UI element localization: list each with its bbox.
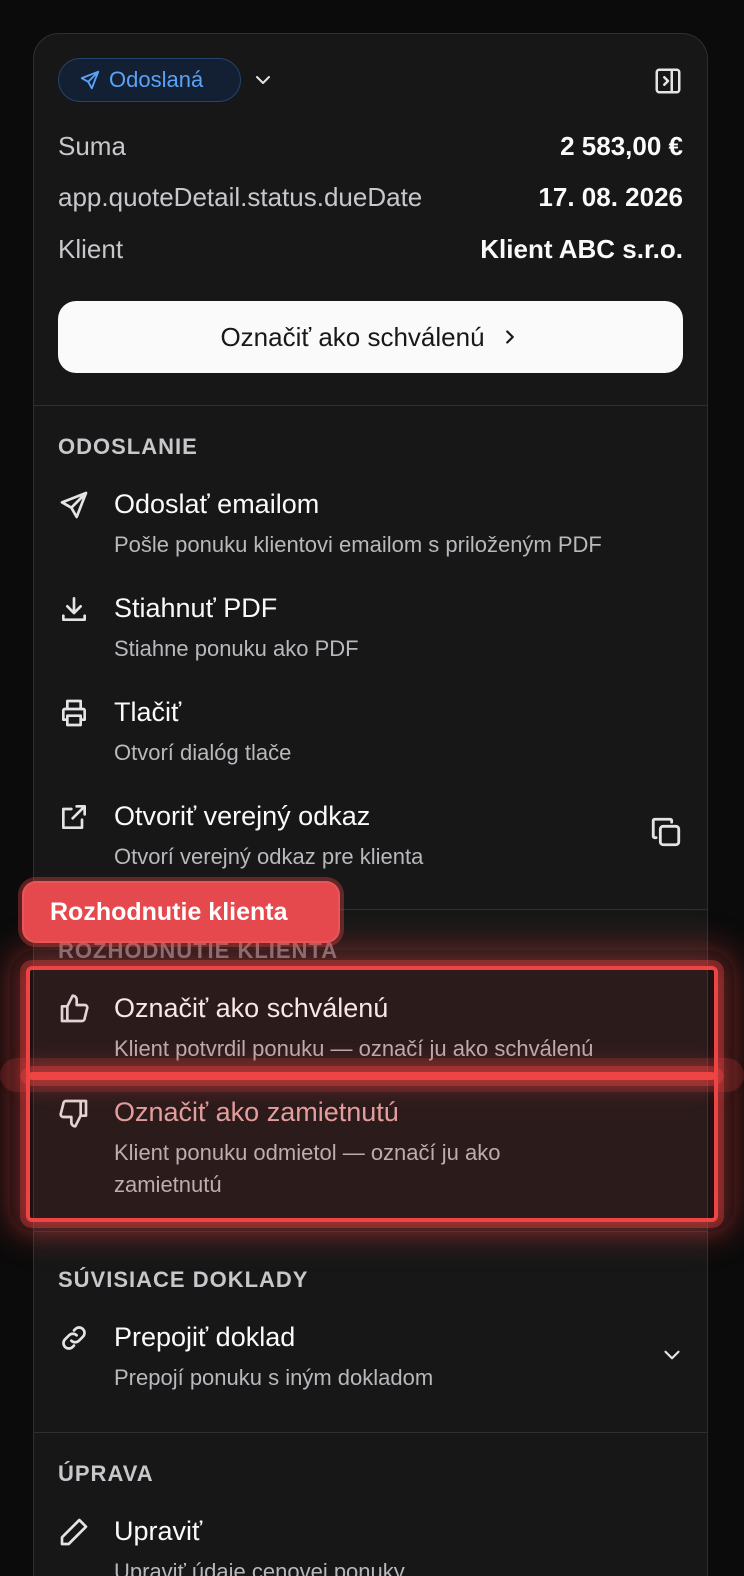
action-title: Upraviť [114, 1516, 203, 1546]
summary-row-client: Klient Klient ABC s.r.o. [58, 232, 683, 266]
pencil-icon [60, 1518, 88, 1546]
summary-key: Suma [58, 130, 126, 161]
action-title: Označiť ako schválenú [114, 993, 389, 1023]
action-title: Tlačiť [114, 697, 182, 727]
summary-key: Klient [58, 233, 124, 264]
summary-row-due-date: app.quoteDetail.status.dueDate 17. 08. 2… [58, 180, 683, 214]
sidebar-toggle-icon[interactable] [653, 66, 683, 96]
chevron-right-icon [505, 330, 514, 344]
status-badge-dropdown[interactable]: Odoslaná [58, 58, 241, 102]
send-icon [80, 70, 100, 90]
action-description: Klient potvrdil ponuku — označí ju ako s… [114, 1036, 594, 1061]
highlight-tag: Rozhodnutie klienta [22, 881, 340, 943]
section-title-sending: ODOSLANIE [58, 434, 198, 459]
summary-value: 2 583,00 € [560, 130, 683, 161]
printer-icon [62, 699, 86, 727]
action-description: Prepojí ponuku s iným dokladom [114, 1365, 434, 1390]
action-description: Klient ponuku odmietol — označí ju ako z… [114, 1140, 501, 1197]
action-download-pdf[interactable]: Stiahnuť PDF Stiahne ponuku ako PDF [34, 593, 707, 673]
action-description: Upraviť údaje cenovej ponuky [114, 1559, 405, 1576]
summary-row-amount: Suma 2 583,00 € [58, 129, 683, 163]
chevron-down-icon[interactable] [659, 1342, 685, 1368]
action-description: Otvorí verejný odkaz pre klienta [114, 844, 424, 869]
action-print[interactable]: Tlačiť Otvorí dialóg tlače [34, 697, 707, 777]
action-mark-approved[interactable]: Označiť ako schválenú Klient potvrdil po… [34, 993, 707, 1073]
action-title: Označiť ako zamietnutú [114, 1097, 399, 1127]
mark-approved-button[interactable]: Označiť ako schválenú [58, 301, 683, 373]
action-title: Otvoriť verejný odkaz [114, 801, 371, 831]
section-title-edit: ÚPRAVA [58, 1461, 154, 1486]
mark-approved-label: Označiť ako schválenú [220, 321, 485, 352]
action-title: Stiahnuť PDF [114, 593, 278, 623]
divider [34, 1432, 707, 1433]
action-link-document[interactable]: Prepojiť doklad Prepojí ponuku s iným do… [34, 1322, 707, 1402]
quote-actions-panel: Odoslaná Suma 2 583,00 € app.quoteDetail… [33, 33, 708, 1576]
panel-header: Odoslaná [58, 58, 683, 102]
chevron-down-icon[interactable] [251, 68, 275, 92]
external-link-icon [62, 805, 86, 829]
action-title: Prepojiť doklad [114, 1322, 296, 1352]
summary-value: 17. 08. 2026 [538, 181, 683, 212]
action-description: Otvorí dialóg tlače [114, 740, 292, 765]
action-mark-rejected[interactable]: Označiť ako zamietnutú Klient ponuku odm… [34, 1097, 707, 1207]
action-description: Pošle ponuku klientovi emailom s prilože… [114, 532, 602, 557]
thumbs-up-icon [60, 994, 89, 1023]
action-edit[interactable]: Upraviť Upraviť údaje cenovej ponuky [34, 1516, 707, 1576]
action-open-public-link[interactable]: Otvoriť verejný odkaz Otvorí verejný odk… [34, 801, 707, 881]
action-title: Odoslať emailom [114, 489, 320, 519]
download-icon [62, 597, 86, 621]
status-label: Odoslaná [109, 67, 204, 92]
link-icon [62, 1326, 86, 1350]
divider [34, 1231, 707, 1232]
action-description: Stiahne ponuku ako PDF [114, 636, 359, 661]
summary-key: app.quoteDetail.status.dueDate [58, 181, 423, 212]
thumbs-down-icon [59, 1099, 88, 1128]
action-send-email[interactable]: Odoslať emailom Pošle ponuku klientovi e… [34, 489, 707, 569]
section-title-related: SÚVISIACE DOKLADY [58, 1267, 309, 1292]
send-icon [60, 491, 88, 519]
divider [34, 405, 707, 406]
summary-value: Klient ABC s.r.o. [480, 233, 683, 264]
copy-icon[interactable] [649, 815, 683, 849]
